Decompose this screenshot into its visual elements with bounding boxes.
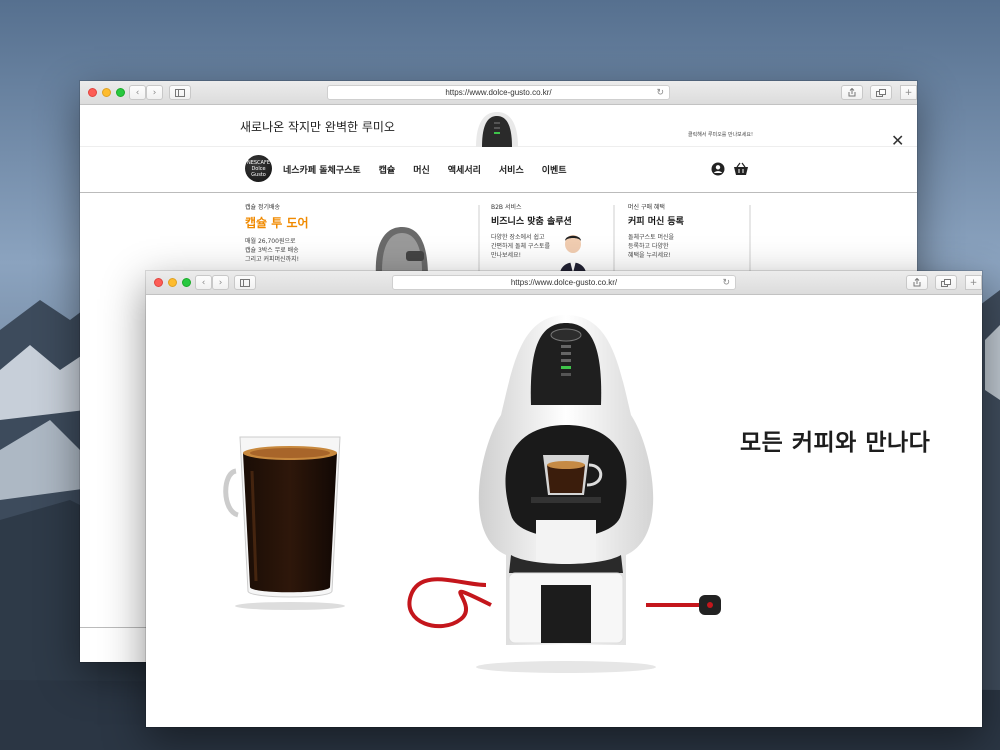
card-desc: 돌체구스토 머신을 등록하고 다양한 혜택을 누리세요!: [628, 234, 675, 259]
traffic-lights: [88, 88, 125, 97]
nav-menu: 네스카페 돌체구스토 캡슐 머신 액세서리 서비스 이벤트: [283, 163, 567, 176]
browser-window-front[interactable]: ‹ › https://www.dolce-gusto.co.kr/ ↻ + 모…: [146, 271, 982, 727]
main-nav: NESCAFÉ Dolce Gusto 네스카페 돌체구스토 캡슐 머신 액세서…: [80, 147, 917, 193]
nav-item-accessories[interactable]: 액세서리: [448, 163, 481, 176]
zoom-window-button[interactable]: [182, 278, 191, 287]
dolce-gusto-machine-image: [407, 315, 721, 673]
card-label: B2B 서비스: [491, 204, 522, 211]
promo-banner[interactable]: 새로나온 작지만 완벽한 루미오 클릭해서 루미오를 만나보세요! ✕: [80, 105, 917, 149]
sidebar-icon[interactable]: [169, 85, 191, 100]
url-text: https://www.dolce-gusto.co.kr/: [510, 278, 618, 287]
basket-icon[interactable]: [733, 162, 749, 179]
coffee-glass-image: [223, 436, 345, 610]
card-title: 비즈니스 맞춤 솔루션: [491, 217, 572, 227]
nav-item-brand[interactable]: 네스카페 돌체구스토: [283, 163, 361, 176]
card-machine-registration[interactable]: 머신 구매 혜택 커피 머신 등록 돌체구스토 머신을 등록하고 다양한 혜택을…: [628, 202, 753, 272]
traffic-lights: [154, 278, 191, 287]
card-divider: [749, 205, 751, 275]
businessman-photo: [560, 235, 586, 273]
nav-item-events[interactable]: 이벤트: [542, 163, 567, 176]
share-icon[interactable]: [906, 275, 928, 290]
card-divider: [478, 205, 480, 275]
chevron-left-icon[interactable]: ‹: [195, 275, 212, 290]
card-desc: 다양한 장소에서 쉽고 간편하게 돌체 구스토를 만나보세요!: [491, 234, 551, 259]
hero-headline: 모든 커피와 만나다: [740, 430, 931, 456]
reload-icon[interactable]: ↻: [656, 87, 664, 98]
card-b2b[interactable]: B2B 서비스 비즈니스 맞춤 솔루션 다양한 장소에서 쉽고 간편하게 돌체 …: [491, 202, 616, 272]
promo-link-text[interactable]: 클릭해서 루미오를 만나보세요!: [688, 131, 753, 138]
lumio-machine-image: [476, 112, 518, 147]
share-icon[interactable]: [841, 85, 863, 100]
chevron-left-icon[interactable]: ‹: [129, 85, 146, 100]
sidebar-icon[interactable]: [234, 275, 256, 290]
url-text: https://www.dolce-gusto.co.kr/: [445, 88, 552, 97]
tabs-icon[interactable]: [935, 275, 957, 290]
chevron-right-icon[interactable]: ›: [146, 85, 163, 100]
tabs-icon[interactable]: [870, 85, 892, 100]
address-bar[interactable]: https://www.dolce-gusto.co.kr/ ↻: [327, 85, 670, 100]
reload-icon[interactable]: ↻: [722, 277, 730, 288]
chevron-right-icon[interactable]: ›: [212, 275, 229, 290]
card-label: 캡슐 정기배송: [245, 204, 281, 211]
zoom-window-button[interactable]: [116, 88, 125, 97]
minimize-window-button[interactable]: [102, 88, 111, 97]
nav-item-machines[interactable]: 머신: [413, 163, 430, 176]
titlebar[interactable]: ‹ › https://www.dolce-gusto.co.kr/ ↻ +: [146, 271, 982, 295]
card-title: 커피 머신 등록: [628, 217, 684, 227]
close-window-button[interactable]: [154, 278, 163, 287]
minimize-window-button[interactable]: [168, 278, 177, 287]
promo-title: 새로나온 작지만 완벽한 루미오: [240, 120, 395, 134]
plus-icon[interactable]: +: [900, 85, 917, 100]
user-icon[interactable]: [711, 162, 725, 179]
address-bar[interactable]: https://www.dolce-gusto.co.kr/ ↻: [392, 275, 736, 290]
card-divider: [613, 205, 615, 275]
coffee-machine-thumbnail: [375, 227, 428, 277]
nav-item-capsules[interactable]: 캡슐: [379, 163, 396, 176]
card-label: 머신 구매 혜택: [628, 204, 665, 211]
logo-text: NESCAFÉ Dolce Gusto: [246, 159, 271, 178]
plus-icon[interactable]: +: [965, 275, 982, 290]
close-window-button[interactable]: [88, 88, 97, 97]
titlebar[interactable]: ‹ › https://www.dolce-gusto.co.kr/ ↻ +: [80, 81, 917, 105]
dolce-gusto-logo[interactable]: NESCAFÉ Dolce Gusto: [245, 155, 272, 182]
nav-item-service[interactable]: 서비스: [499, 163, 524, 176]
